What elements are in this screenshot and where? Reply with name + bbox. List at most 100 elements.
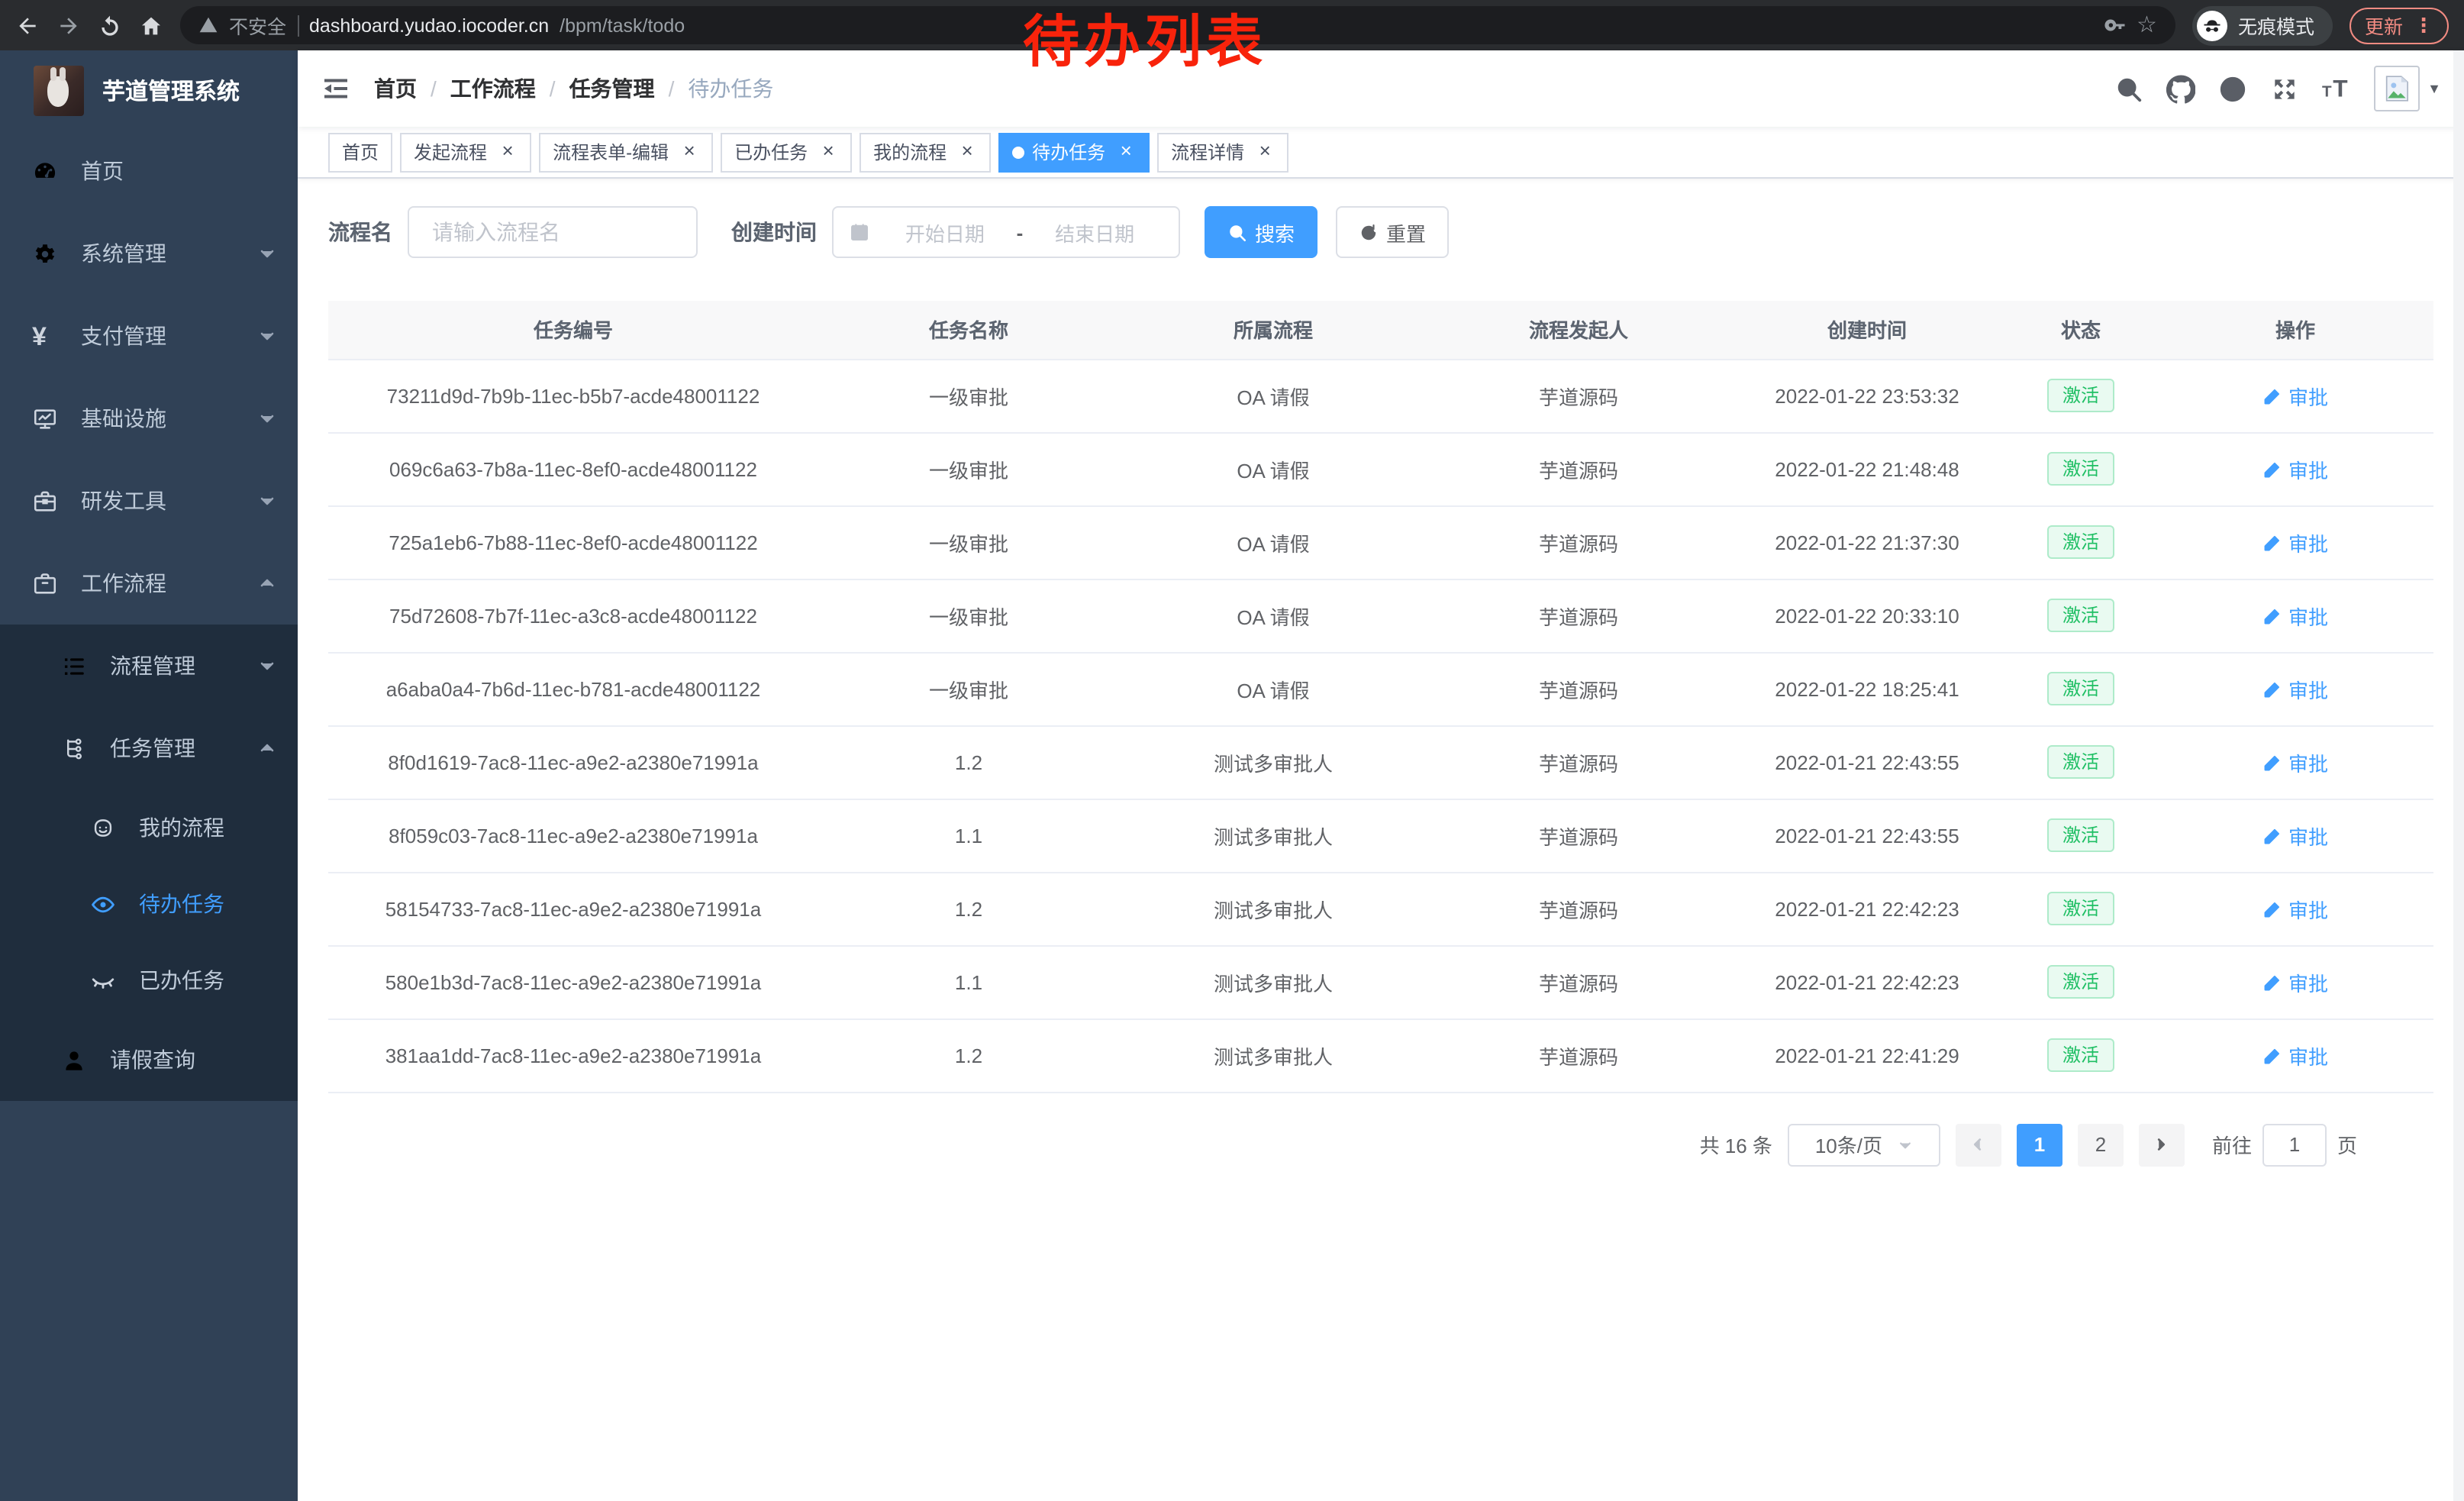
sidebar-item-home[interactable]: 首页 — [0, 130, 298, 212]
chevron-down-icon — [1898, 1137, 1913, 1152]
approve-button[interactable]: 审批 — [2262, 894, 2328, 923]
cell-initiator: 芋道源码 — [1427, 505, 1730, 579]
goto-page-input[interactable] — [2262, 1123, 2327, 1166]
fullscreen-icon[interactable] — [2270, 74, 2299, 103]
approve-button[interactable]: 审批 — [2262, 381, 2328, 410]
font-size-icon[interactable]: TT — [2322, 74, 2351, 103]
svg-text:T: T — [2333, 74, 2347, 102]
sidebar-item-todo-task[interactable]: 待办任务 — [0, 866, 298, 942]
tab-label: 已办任务 — [734, 139, 808, 165]
reload-icon[interactable] — [98, 13, 122, 37]
tab-close-icon[interactable]: × — [818, 142, 838, 162]
sidebar-item-dev-tools[interactable]: 研发工具 — [0, 460, 298, 542]
address-bar[interactable]: 不安全 dashboard.yudao.iocoder.cn/bpm/task/… — [180, 6, 2175, 44]
sidebar-item-infrastructure[interactable]: 基础设施 — [0, 377, 298, 460]
tab-todo-task[interactable]: 待办任务× — [998, 132, 1150, 172]
sidebar-item-label: 基础设施 — [81, 403, 166, 434]
approve-label: 审批 — [2288, 674, 2328, 703]
date-range-picker[interactable]: 开始日期 - 结束日期 — [832, 206, 1180, 258]
sidebar-item-workflow[interactable]: 工作流程 — [0, 542, 298, 625]
sidebar-item-my-process[interactable]: 我的流程 — [0, 789, 298, 866]
tab-start-process[interactable]: 发起流程× — [400, 132, 531, 172]
reset-button[interactable]: 重置 — [1336, 206, 1449, 258]
cell-id: 069c6a63-7b8a-11ec-8ef0-acde48001122 — [328, 432, 818, 505]
browser-menu-dots-icon[interactable]: ⋮ — [2414, 13, 2433, 37]
status-badge: 激活 — [2047, 965, 2114, 999]
approve-button[interactable]: 审批 — [2262, 528, 2328, 557]
breadcrumb-item[interactable]: 首页 — [374, 73, 417, 104]
bookmark-star-icon[interactable]: ☆ — [2137, 14, 2157, 37]
column-header: 所属流程 — [1119, 301, 1427, 359]
sidebar-item-process-management[interactable]: 流程管理 — [0, 625, 298, 707]
home-icon[interactable] — [139, 13, 163, 37]
sidebar-item-leave-query[interactable]: 请假查询 — [0, 1018, 298, 1101]
approve-button[interactable]: 审批 — [2262, 454, 2328, 483]
caret-down-icon[interactable]: ▼ — [2427, 81, 2441, 96]
approve-label: 审批 — [2288, 601, 2328, 630]
tab-my-process[interactable]: 我的流程× — [859, 132, 991, 172]
cell-process: 测试多审批人 — [1119, 799, 1427, 872]
table-row: 58154733-7ac8-11ec-a9e2-a2380e71991a1.2测… — [328, 872, 2433, 945]
update-button[interactable]: 更新 ⋮ — [2350, 7, 2449, 44]
cell-time: 2022-01-22 23:53:32 — [1730, 359, 2004, 432]
breadcrumb-item[interactable]: 工作流程 — [450, 73, 536, 104]
tab-close-icon[interactable]: × — [957, 142, 977, 162]
approve-button[interactable]: 审批 — [2262, 1041, 2328, 1070]
approve-button[interactable]: 审批 — [2262, 967, 2328, 996]
search-button[interactable]: 搜索 — [1205, 206, 1317, 258]
status-badge: 激活 — [2047, 452, 2114, 486]
prev-page-button[interactable] — [1956, 1123, 2001, 1166]
edit-icon — [2262, 972, 2282, 992]
column-header: 创建时间 — [1730, 301, 2004, 359]
tab-process-detail[interactable]: 流程详情× — [1157, 132, 1288, 172]
chevron-down-icon — [258, 327, 276, 345]
tab-close-icon[interactable]: × — [1116, 142, 1136, 162]
sidebar-item-label: 任务管理 — [110, 733, 195, 763]
approve-label: 审批 — [2288, 967, 2328, 996]
table-header-row: 任务编号任务名称所属流程流程发起人创建时间状态操作 — [328, 301, 2433, 359]
sidebar-item-task-management[interactable]: 任务管理 — [0, 707, 298, 789]
help-icon[interactable] — [2218, 74, 2247, 103]
scrollbar[interactable] — [2453, 50, 2464, 1501]
breadcrumb-separator: / — [550, 76, 556, 101]
sidebar-item-label: 研发工具 — [81, 486, 166, 516]
back-icon[interactable] — [15, 13, 40, 37]
avatar[interactable] — [2374, 66, 2420, 111]
tab-close-icon[interactable]: × — [1255, 142, 1275, 162]
page-button-1[interactable]: 1 — [2017, 1123, 2062, 1166]
sidebar-item-system-management[interactable]: 系统管理 — [0, 212, 298, 295]
sidebar-item-done-task[interactable]: 已办任务 — [0, 942, 298, 1018]
approve-button[interactable]: 审批 — [2262, 821, 2328, 850]
breadcrumb-item: 待办任务 — [688, 73, 773, 104]
column-header: 任务编号 — [328, 301, 818, 359]
approve-label: 审批 — [2288, 528, 2328, 557]
sidebar-item-payment-management[interactable]: ¥支付管理 — [0, 295, 298, 377]
hamburger-icon[interactable] — [321, 73, 351, 104]
breadcrumb-item[interactable]: 任务管理 — [569, 73, 655, 104]
sidebar: 芋道管理系统 首页系统管理¥支付管理基础设施研发工具工作流程流程管理任务管理我的… — [0, 50, 298, 1501]
tab-form-edit[interactable]: 流程表单-编辑× — [539, 132, 713, 172]
app-logo[interactable]: 芋道管理系统 — [0, 50, 298, 130]
filter-bar: 流程名 创建时间 开始日期 - 结束日期 搜索 重 — [328, 206, 2433, 258]
eye-open-icon — [90, 891, 116, 917]
next-page-button[interactable] — [2139, 1123, 2185, 1166]
edit-icon — [2262, 1045, 2282, 1065]
tab-home[interactable]: 首页 — [328, 132, 392, 172]
sidebar-menu: 首页系统管理¥支付管理基础设施研发工具工作流程流程管理任务管理我的流程待办任务已… — [0, 130, 298, 1101]
tab-done-task[interactable]: 已办任务 × — [721, 132, 852, 172]
approve-button[interactable]: 审批 — [2262, 674, 2328, 703]
page-button-2[interactable]: 2 — [2078, 1123, 2124, 1166]
key-icon[interactable] — [2103, 14, 2126, 37]
forward-icon[interactable] — [56, 13, 81, 37]
chevron-right-icon — [2153, 1136, 2170, 1153]
search-icon[interactable] — [2114, 74, 2143, 103]
logo-avatar — [34, 65, 84, 115]
tab-close-icon[interactable]: × — [498, 142, 518, 162]
page-size-select[interactable]: 10条/页 — [1788, 1123, 1940, 1166]
process-name-input[interactable] — [408, 206, 698, 258]
approve-button[interactable]: 审批 — [2262, 747, 2328, 776]
approve-button[interactable]: 审批 — [2262, 601, 2328, 630]
github-icon[interactable] — [2166, 74, 2195, 103]
goto-label: 前往 — [2212, 1130, 2252, 1159]
tab-close-icon[interactable]: × — [679, 142, 699, 162]
